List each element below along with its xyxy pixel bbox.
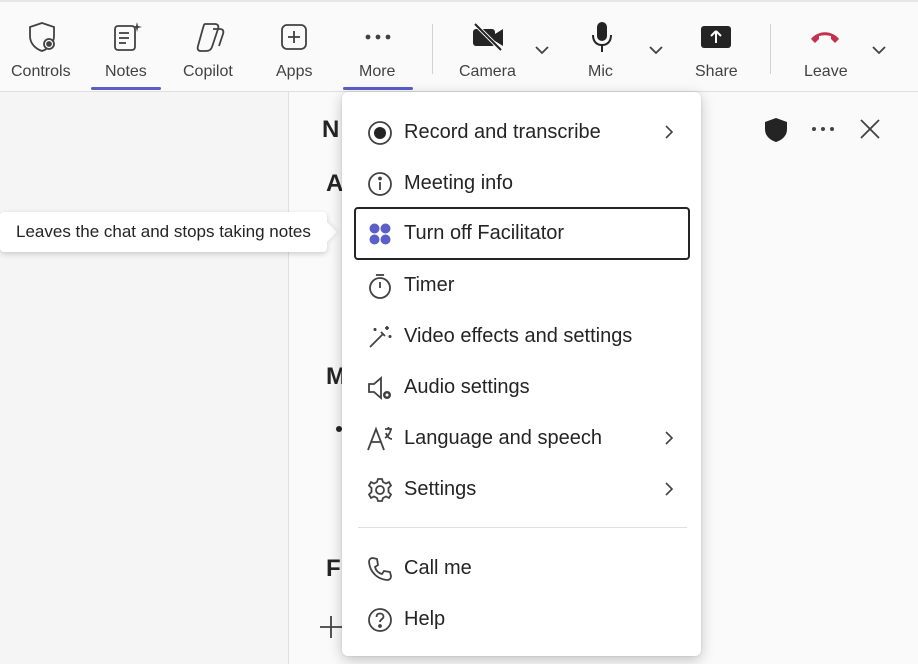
chevron-right-icon — [662, 429, 676, 447]
menu-item-label: Help — [404, 608, 446, 630]
language-icon — [366, 425, 394, 453]
share-label: Share — [695, 63, 738, 80]
menu-item-label: Record and transcribe — [404, 121, 601, 143]
menu-item-video-effects[interactable]: Video effects and settings — [354, 311, 690, 362]
share-tray-icon — [698, 19, 734, 55]
controls-label: Controls — [11, 63, 71, 80]
facilitator-icon — [366, 220, 394, 248]
notes-section-peek: A — [326, 170, 344, 197]
camera-label: Camera — [459, 63, 516, 80]
notes-section-peek: F — [326, 555, 341, 582]
shield-gear-icon — [24, 19, 60, 55]
help-icon — [366, 606, 394, 634]
hangup-icon — [807, 19, 843, 55]
speaker-gear-icon — [366, 374, 394, 402]
copilot-button[interactable]: Copilot — [178, 2, 242, 92]
tooltip-text: Leaves the chat and stops taking notes — [16, 222, 311, 241]
menu-item-meeting-info[interactable]: Meeting info — [354, 158, 690, 209]
menu-item-label: Turn off Facilitator — [404, 222, 565, 244]
more-active-indicator — [343, 87, 413, 90]
menu-item-settings[interactable]: Settings — [354, 464, 690, 515]
menu-item-audio-settings[interactable]: Audio settings — [354, 362, 690, 413]
apps-label: Apps — [276, 63, 313, 80]
leave-label: Leave — [804, 63, 848, 80]
menu-item-label: Language and speech — [404, 427, 602, 449]
menu-item-label: Settings — [404, 478, 477, 500]
mic-options-chevron-icon[interactable] — [646, 40, 666, 60]
close-icon[interactable] — [859, 118, 881, 140]
share-button[interactable]: Share — [688, 2, 744, 92]
mic-button[interactable]: Mic — [578, 2, 626, 92]
timer-icon — [366, 272, 394, 300]
chevron-right-icon — [662, 123, 676, 141]
menu-item-call-me[interactable]: Call me — [354, 543, 690, 594]
menu-item-language-speech[interactable]: Language and speech — [354, 413, 690, 464]
menu-item-help[interactable]: Help — [354, 594, 690, 645]
menu-item-record[interactable]: Record and transcribe — [354, 107, 690, 158]
more-label: More — [359, 63, 396, 80]
controls-button[interactable]: Controls — [8, 2, 76, 92]
mic-label: Mic — [588, 63, 613, 80]
mic-icon — [584, 19, 620, 55]
apps-button[interactable]: Apps — [266, 2, 322, 92]
menu-item-label: Video effects and settings — [404, 325, 633, 347]
more-dots-icon — [360, 19, 396, 55]
shield-icon[interactable] — [764, 117, 788, 143]
copilot-label: Copilot — [183, 63, 233, 80]
notes-label: Notes — [105, 63, 147, 80]
gear-icon — [366, 476, 394, 504]
menu-item-timer[interactable]: Timer — [354, 260, 690, 311]
menu-item-label: Timer — [404, 274, 455, 296]
info-icon — [366, 170, 394, 198]
meeting-toolbar: Controls Notes Copilot Apps More Camera … — [0, 0, 918, 92]
pane-more-icon[interactable] — [811, 126, 835, 132]
leave-options-chevron-icon[interactable] — [869, 40, 889, 60]
menu-divider — [358, 527, 687, 528]
camera-off-icon — [470, 19, 506, 55]
menu-item-label: Audio settings — [404, 376, 530, 398]
menu-item-label: Call me — [404, 557, 472, 579]
more-menu: Record and transcribe Meeting info Turn … — [342, 92, 701, 656]
record-icon — [366, 119, 394, 147]
notes-pane-title: N — [322, 116, 340, 143]
camera-options-chevron-icon[interactable] — [532, 40, 552, 60]
facilitator-tooltip: Leaves the chat and stops taking notes — [0, 212, 327, 252]
more-button[interactable]: More — [343, 2, 413, 92]
notes-active-indicator — [91, 87, 161, 90]
toolbar-divider — [432, 24, 433, 74]
menu-item-label: Meeting info — [404, 172, 513, 194]
toolbar-divider-2 — [770, 24, 771, 74]
plus-square-icon — [276, 19, 312, 55]
camera-button[interactable]: Camera — [455, 2, 521, 92]
add-note-icon[interactable] — [318, 614, 344, 640]
phone-icon — [366, 555, 394, 583]
chevron-right-icon — [662, 480, 676, 498]
copilot-icon — [192, 19, 228, 55]
leave-button[interactable]: Leave — [798, 2, 852, 92]
menu-item-turn-off-facilitator[interactable]: Turn off Facilitator — [354, 207, 690, 260]
meeting-stage — [0, 92, 289, 664]
notes-button[interactable]: Notes — [91, 2, 161, 92]
magic-wand-icon — [366, 323, 394, 351]
notes-sparkle-icon — [108, 19, 144, 55]
